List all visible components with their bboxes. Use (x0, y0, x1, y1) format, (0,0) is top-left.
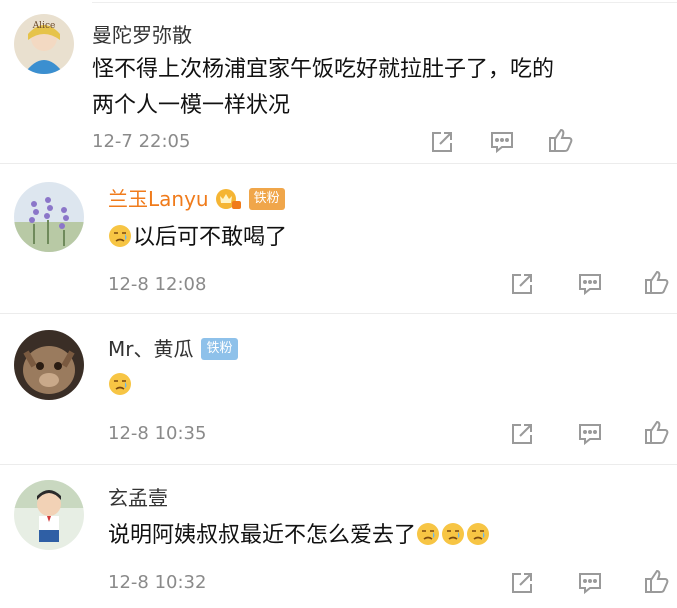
sad-emoji-icon (108, 224, 132, 248)
username[interactable]: 兰玉Lanyu 铁粉 (108, 187, 285, 211)
comment-icon (579, 573, 601, 595)
comment-icon (491, 132, 513, 154)
like-button[interactable] (546, 126, 574, 154)
share-button[interactable] (508, 569, 536, 597)
like-icon (645, 270, 669, 294)
svg-text:Alice: Alice (32, 21, 56, 31)
username[interactable]: 曼陀罗弥散 (92, 23, 192, 47)
comment-button[interactable] (576, 569, 604, 597)
sad-emoji-icon (416, 522, 440, 546)
username[interactable]: 玄孟壹 (108, 486, 168, 510)
share-icon (432, 132, 452, 152)
share-icon (512, 274, 532, 294)
comment-divider (0, 163, 677, 164)
comment-text (108, 368, 133, 404)
sad-emoji-icon (108, 372, 132, 396)
avatar[interactable] (14, 182, 84, 252)
fan-badge: 铁粉 (201, 338, 238, 360)
like-icon (549, 128, 573, 152)
like-button[interactable] (642, 567, 670, 595)
comment-text: 说明阿姨叔叔最近不怎么爱去了 (108, 518, 491, 554)
comment-divider (0, 313, 677, 314)
crown-badge-icon (215, 188, 241, 210)
top-divider (92, 2, 677, 3)
comment-text: 以后可不敢喝了 (108, 220, 287, 256)
comment-time: 12-8 10:32 (108, 572, 207, 593)
like-icon (645, 420, 669, 444)
share-button[interactable] (508, 420, 536, 448)
share-icon (512, 424, 532, 444)
comment-time: 12-8 10:35 (108, 423, 207, 444)
share-button[interactable] (428, 128, 456, 156)
comment-button[interactable] (576, 270, 604, 298)
comment-icon (579, 274, 601, 296)
like-icon (645, 569, 669, 593)
avatar[interactable]: Alice (14, 14, 74, 74)
comment-divider (0, 464, 677, 465)
share-icon (512, 573, 532, 593)
comment-icon (579, 424, 601, 446)
like-button[interactable] (642, 418, 670, 446)
avatar[interactable] (14, 330, 84, 400)
sad-emoji-icon (441, 522, 465, 546)
comment-text: 怪不得上次杨浦宜家午饭吃好就拉肚子了，吃的 两个人一模一样状况 (92, 57, 555, 118)
comment-button[interactable] (576, 420, 604, 448)
avatar[interactable] (14, 480, 84, 550)
comment-time: 12-8 12:08 (108, 274, 207, 295)
username[interactable]: Mr、黄瓜 铁粉 (108, 337, 238, 361)
comment-button[interactable] (488, 128, 516, 156)
like-button[interactable] (642, 268, 670, 296)
sad-emoji-icon (466, 522, 490, 546)
fan-badge: 铁粉 (248, 188, 285, 210)
comment-time: 12-7 22:05 (92, 131, 191, 152)
share-button[interactable] (508, 270, 536, 298)
